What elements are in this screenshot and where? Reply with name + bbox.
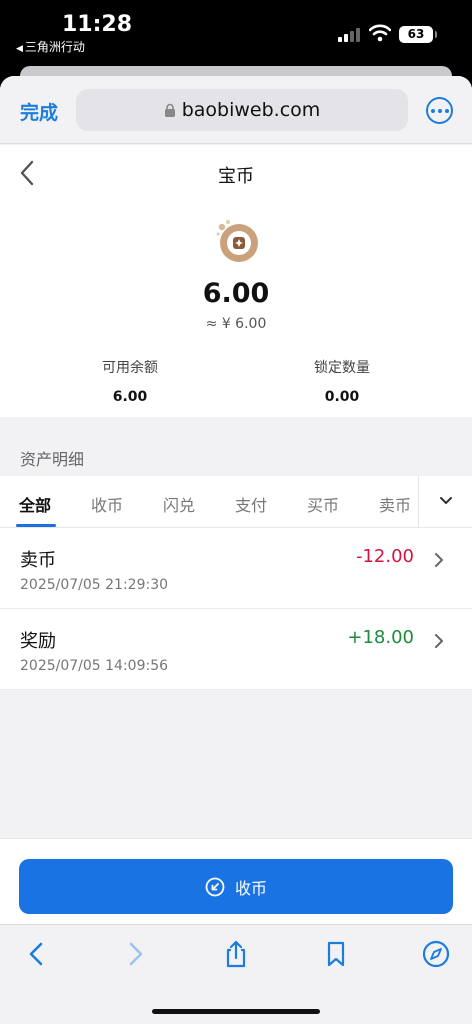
tab-divider — [418, 476, 419, 528]
available-value: 6.00 — [112, 389, 148, 405]
balance-cny: ≈ ¥ 6.00 — [205, 316, 267, 332]
back-arrow-icon[interactable] — [22, 939, 52, 969]
active-tab-indicator — [16, 524, 56, 527]
transaction-type: 卖币 — [20, 550, 56, 571]
transaction-row[interactable]: 奖励 2025/07/05 14:09:56 +18.00 — [0, 609, 472, 690]
compass-icon[interactable] — [421, 939, 451, 969]
bookmark-icon[interactable] — [321, 939, 351, 969]
done-button[interactable]: 完成 — [20, 98, 58, 125]
share-icon[interactable] — [221, 939, 251, 969]
chevron-right-icon — [435, 634, 443, 648]
forward-arrow-icon[interactable] — [120, 939, 150, 969]
transaction-type: 奖励 — [20, 631, 56, 652]
receive-label: 收币 — [234, 878, 267, 898]
transaction-time: 2025/07/05 21:29:30 — [20, 577, 169, 593]
url-text: baobiweb.com — [181, 99, 321, 121]
browser-header: 完成 baobiweb.com — [0, 76, 472, 144]
balance-amount: 6.00 — [202, 278, 270, 309]
battery-icon: 63 — [399, 26, 437, 43]
lock-icon — [164, 103, 175, 117]
signal-icon — [338, 28, 362, 42]
locked-value: 0.00 — [324, 389, 360, 405]
chevron-down-icon[interactable] — [438, 494, 454, 508]
browser-sheet: 完成 baobiweb.com 宝币 6.00 ≈ ¥ 6.00 可用余额 6.… — [0, 76, 472, 1024]
transaction-row[interactable]: 卖币 2025/07/05 21:29:30 -12.00 — [0, 528, 472, 609]
transaction-list: 卖币 2025/07/05 21:29:30 -12.00 奖励 2025/07… — [0, 528, 472, 690]
coin-logo-icon — [216, 220, 258, 262]
back-triangle-icon: ◀ — [16, 44, 23, 54]
chevron-right-icon — [435, 553, 443, 567]
back-app-label: 三角洲行动 — [24, 40, 85, 54]
tab-sell[interactable]: 卖币 — [379, 492, 411, 516]
tab-swap[interactable]: 闪兑 — [163, 492, 195, 516]
transaction-time: 2025/07/05 14:09:56 — [20, 658, 169, 674]
tab-all[interactable]: 全部 — [19, 492, 51, 516]
wifi-icon — [369, 24, 391, 42]
back-to-app-link[interactable]: ◀ 三角洲行动 — [16, 38, 85, 55]
safari-toolbar — [0, 924, 472, 1024]
more-icon[interactable] — [426, 97, 453, 124]
receive-button[interactable]: 收币 — [19, 859, 453, 914]
available-balance: 可用余额 6.00 — [50, 357, 210, 405]
available-label: 可用余额 — [102, 360, 158, 376]
section-label: 资产明细 — [20, 450, 85, 469]
locked-amount: 锁定数量 0.00 — [262, 357, 422, 405]
status-time: 11:28 — [62, 12, 133, 37]
bottom-action-area: 收币 — [0, 838, 472, 938]
transaction-amount: +18.00 — [347, 627, 414, 648]
status-bar: 11:28 ◀ 三角洲行动 63 — [0, 0, 472, 66]
receive-icon — [205, 877, 225, 896]
transaction-amount: -12.00 — [355, 546, 414, 567]
url-field[interactable]: baobiweb.com — [76, 89, 408, 131]
tab-buy[interactable]: 买币 — [307, 492, 339, 516]
home-indicator — [152, 1009, 320, 1014]
tab-receive[interactable]: 收币 — [91, 492, 123, 516]
tab-pay[interactable]: 支付 — [235, 492, 267, 516]
page-title: 宝币 — [218, 166, 254, 187]
filter-tabs: 全部 收币 闪兑 支付 买币 卖币 — [0, 476, 472, 528]
locked-label: 锁定数量 — [314, 360, 370, 376]
